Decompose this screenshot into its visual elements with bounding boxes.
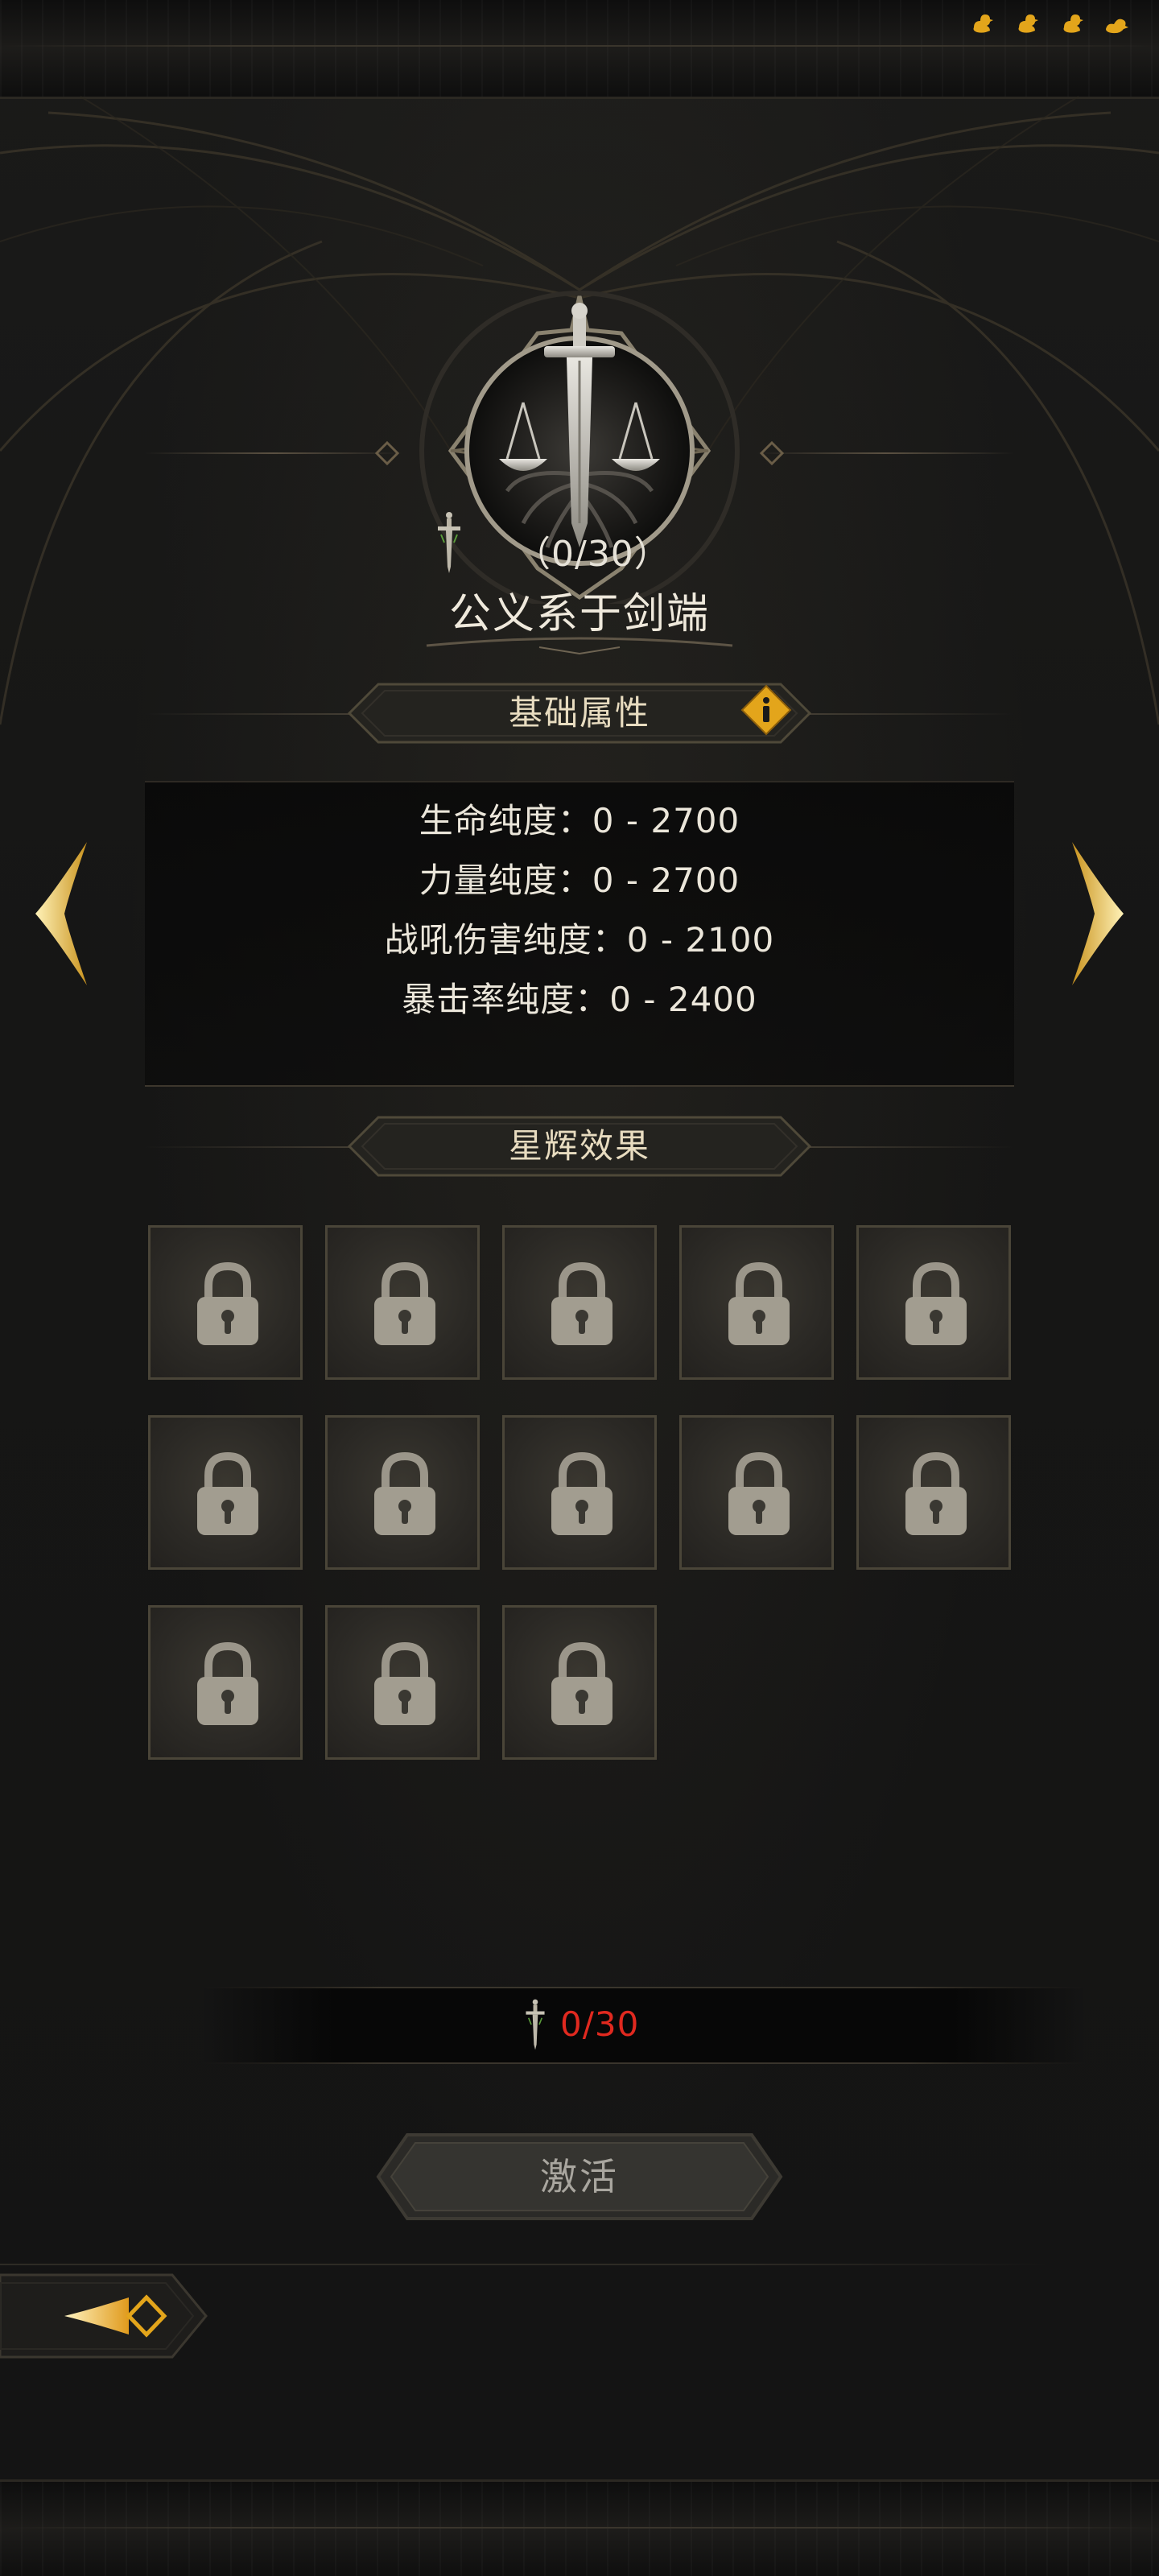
lock-icon — [374, 1451, 435, 1535]
lock-icon — [374, 1261, 435, 1345]
previous-arrow[interactable] — [29, 837, 93, 990]
star-effect-slot-locked[interactable] — [502, 1225, 657, 1380]
back-arrow-icon — [64, 2294, 167, 2338]
star-effect-slot-locked[interactable] — [679, 1225, 834, 1380]
diamond-ornament-left — [375, 441, 399, 465]
star-effect-slot-locked[interactable] — [856, 1415, 1011, 1570]
lock-icon — [728, 1261, 790, 1345]
progress-bar-edge — [201, 1987, 1087, 1988]
lock-icon — [197, 1451, 258, 1535]
star-effect-slot-locked[interactable] — [325, 1415, 480, 1570]
star-constellation-screen: （0/30） 公义系于剑端 基础属性 生命纯度：0 - 2700 力量纯度：0 … — [0, 0, 1159, 2576]
skill-title: 公义系于剑端 — [448, 590, 710, 638]
star-effects-title: 星辉效果 — [508, 1126, 650, 1166]
attribute-row: 力量纯度：0 - 2700 — [419, 861, 740, 900]
lock-icon — [197, 1641, 258, 1725]
star-effects-header: 星辉效果 — [346, 1114, 813, 1179]
star-effect-slot-locked[interactable] — [502, 1415, 657, 1570]
info-icon[interactable] — [740, 684, 792, 736]
attribute-panel: 生命纯度：0 - 2700 力量纯度：0 - 2700 战吼伤害纯度：0 - 2… — [145, 781, 1014, 1087]
star-effect-slot-locked[interactable] — [502, 1605, 657, 1760]
skill-progress: （0/30） — [515, 534, 670, 575]
star-effect-slot-locked[interactable] — [148, 1605, 303, 1760]
star-effect-slot-locked[interactable] — [148, 1225, 303, 1380]
lock-icon — [905, 1451, 967, 1535]
emblem-line-right — [757, 452, 1014, 454]
lock-icon — [905, 1261, 967, 1345]
bottom-ornament-border — [0, 2479, 1159, 2576]
star-effect-slot-locked[interactable] — [679, 1415, 834, 1570]
lock-icon — [197, 1261, 258, 1345]
attribute-row: 暴击率纯度：0 - 2400 — [402, 980, 757, 1019]
activate-button[interactable]: 激活 — [375, 2132, 784, 2222]
activation-progress-bar — [201, 1987, 1087, 2064]
activate-button-label: 激活 — [540, 2155, 619, 2198]
attribute-row: 战吼伤害纯度：0 - 2100 — [384, 920, 775, 960]
diamond-ornament-right — [760, 441, 784, 465]
progress-bar-edge — [201, 2062, 1087, 2064]
emblem-line-left — [145, 452, 402, 454]
bottom-divider — [0, 2264, 1046, 2265]
title-underline-ornament — [426, 637, 733, 655]
dagger-icon — [438, 512, 460, 573]
star-effect-slot-locked[interactable] — [148, 1415, 303, 1570]
back-button[interactable] — [0, 2268, 209, 2363]
star-effect-slot-locked[interactable] — [325, 1605, 480, 1760]
star-effect-slot-locked[interactable] — [325, 1225, 480, 1380]
star-effect-slot-locked[interactable] — [856, 1225, 1011, 1380]
lock-icon — [551, 1641, 612, 1725]
lock-icon — [728, 1451, 790, 1535]
dagger-icon — [526, 1999, 545, 2050]
attribute-row: 生命纯度：0 - 2700 — [419, 801, 740, 840]
next-arrow[interactable] — [1066, 837, 1130, 990]
lock-icon — [551, 1261, 612, 1345]
lock-icon — [551, 1451, 612, 1535]
lock-icon — [374, 1641, 435, 1725]
progress-count: 0/30 — [560, 2004, 640, 2044]
